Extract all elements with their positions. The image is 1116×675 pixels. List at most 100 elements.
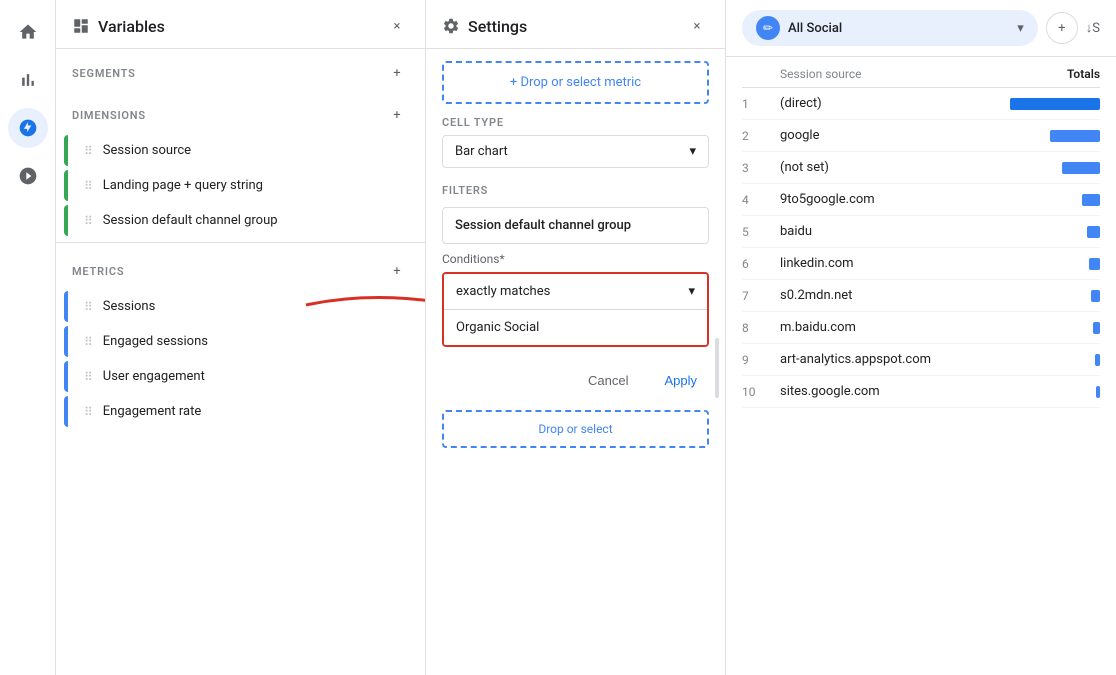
data-panel-header: ✏ All Social ▾ + ↓S (726, 0, 1116, 57)
metrics-section-header: METRICS + (56, 247, 425, 289)
drag-handle-icon: ⠿ (84, 405, 93, 419)
dimension-session-source[interactable]: ⠿ Session source (64, 135, 417, 166)
table-row[interactable]: 5 baidu (742, 216, 1100, 248)
row-source: google (780, 128, 992, 143)
add-comparison-button[interactable]: + (1046, 12, 1078, 44)
apply-button[interactable]: Apply (652, 367, 709, 394)
cell-type-select[interactable]: Bar chart ▾ (442, 135, 709, 168)
row-num: 2 (742, 129, 772, 143)
table-row[interactable]: 4 9to5google.com (742, 184, 1100, 216)
segments-label: SEGMENTS (72, 67, 136, 80)
row-num: 4 (742, 193, 772, 207)
col-num-header (742, 67, 772, 81)
variables-title: Variables (72, 17, 165, 36)
row-bar-container (1000, 226, 1100, 238)
variables-panel: Variables × SEGMENTS + DIMENSIONS + ⠿ Se… (56, 0, 426, 675)
variables-title-text: Variables (98, 17, 165, 36)
row-num: 3 (742, 161, 772, 175)
drag-handle-icon: ⠿ (84, 144, 93, 158)
social-label: All Social (788, 21, 1009, 36)
chevron-down-icon: ▾ (1017, 21, 1024, 36)
dimensions-add-button[interactable]: + (385, 103, 409, 127)
social-selector[interactable]: ✏ All Social ▾ (742, 10, 1038, 46)
table-row[interactable]: 10 sites.google.com (742, 376, 1100, 408)
row-bar (1050, 130, 1100, 142)
dimension-label: Session default channel group (103, 213, 401, 228)
row-bar-container (1000, 290, 1100, 302)
chevron-down-icon: ▾ (689, 144, 696, 159)
divider (56, 242, 425, 243)
row-bar-container (1000, 258, 1100, 270)
conditions-box: exactly matches ▾ Organic Social (442, 272, 709, 347)
row-num: 7 (742, 289, 772, 303)
dimensions-section-header: DIMENSIONS + (56, 91, 425, 133)
row-bar-container (1000, 354, 1100, 366)
scroll-indicator (715, 338, 719, 398)
metrics-label: METRICS (72, 265, 124, 278)
settings-content: + Drop or select metric CELL TYPE Bar ch… (426, 49, 725, 675)
row-source: (direct) (780, 96, 992, 111)
row-bar (1082, 194, 1100, 206)
row-bar (1062, 162, 1100, 174)
table-header: Session source Totals (742, 57, 1100, 88)
row-bar-container (1000, 98, 1100, 110)
metric-label: Engagement rate (103, 404, 401, 419)
row-bar (1095, 354, 1100, 366)
table-row[interactable]: 2 google (742, 120, 1100, 152)
table-row[interactable]: 1 (direct) (742, 88, 1100, 120)
drag-handle-icon: ⠿ (84, 179, 93, 193)
row-source: (not set) (780, 160, 992, 175)
settings-close-button[interactable]: × (685, 14, 709, 38)
settings-panel-header: Settings × (426, 0, 725, 49)
row-num: 10 (742, 385, 772, 399)
segments-add-button[interactable]: + (385, 61, 409, 85)
drop-metric-area[interactable]: + Drop or select metric (442, 61, 709, 104)
table-row[interactable]: 9 art-analytics.appspot.com (742, 344, 1100, 376)
cancel-button[interactable]: Cancel (576, 367, 640, 394)
table-row[interactable]: 8 m.baidu.com (742, 312, 1100, 344)
row-bar (1096, 386, 1100, 398)
metric-sessions[interactable]: ⠿ Sessions (64, 291, 417, 322)
condition-match-value: exactly matches (456, 284, 550, 299)
row-source: art-analytics.appspot.com (780, 352, 992, 367)
action-buttons: Cancel Apply (442, 359, 709, 402)
segment-icon[interactable] (8, 156, 48, 196)
col-totals-header: Totals (1000, 67, 1100, 81)
row-bar-container (1000, 162, 1100, 174)
drag-handle-icon: ⠿ (84, 335, 93, 349)
row-bar (1093, 322, 1100, 334)
drag-handle-icon: ⠿ (84, 370, 93, 384)
table-row[interactable]: 3 (not set) (742, 152, 1100, 184)
metric-label: User engagement (103, 369, 401, 384)
row-bar (1087, 226, 1100, 238)
metrics-add-button[interactable]: + (385, 259, 409, 283)
row-num: 6 (742, 257, 772, 271)
icon-bar (0, 0, 56, 675)
metric-label: Sessions (103, 299, 401, 314)
data-panel: ✏ All Social ▾ + ↓S Session source Total… (726, 0, 1116, 675)
row-source: m.baidu.com (780, 320, 992, 335)
row-source: s0.2mdn.net (780, 288, 992, 303)
settings-title-text: Settings (468, 17, 527, 36)
drop-select-bottom[interactable]: Drop or select (442, 410, 709, 448)
condition-value-field[interactable]: Organic Social (444, 310, 707, 345)
filter-item[interactable]: Session default channel group (442, 207, 709, 244)
row-bar (1010, 98, 1100, 110)
table-row[interactable]: 7 s0.2mdn.net (742, 280, 1100, 312)
metric-engaged-sessions[interactable]: ⠿ Engaged sessions (64, 326, 417, 357)
dimension-channel-group[interactable]: ⠿ Session default channel group (64, 205, 417, 236)
cell-type-label: CELL TYPE (442, 116, 709, 129)
dimension-landing-page[interactable]: ⠿ Landing page + query string (64, 170, 417, 201)
data-table: Session source Totals 1 (direct) 2 googl… (726, 57, 1116, 675)
metric-user-engagement[interactable]: ⠿ User engagement (64, 361, 417, 392)
metric-engagement-rate[interactable]: ⠿ Engagement rate (64, 396, 417, 427)
settings-title: Settings (442, 17, 527, 36)
explore-icon[interactable] (8, 108, 48, 148)
row-bar-container (1000, 386, 1100, 398)
table-row[interactable]: 6 linkedin.com (742, 248, 1100, 280)
sort-button[interactable]: ↓S (1086, 20, 1100, 36)
home-icon[interactable] (8, 12, 48, 52)
chart-bar-icon[interactable] (8, 60, 48, 100)
variables-close-button[interactable]: × (385, 14, 409, 38)
condition-match-select[interactable]: exactly matches ▾ (444, 274, 707, 310)
